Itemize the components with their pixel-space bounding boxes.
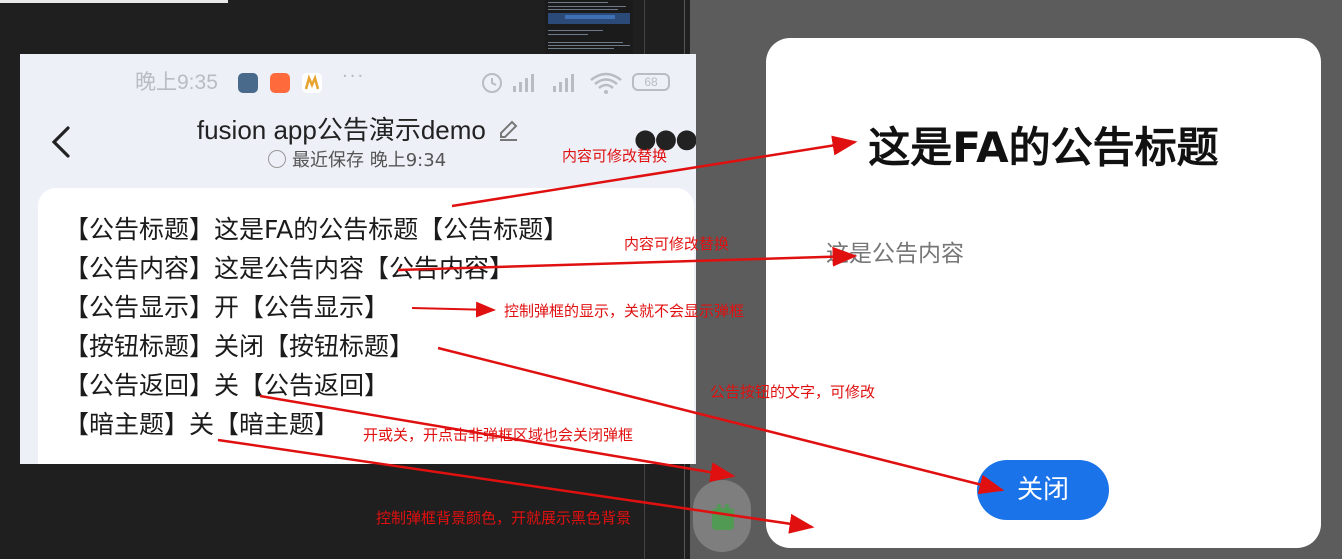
doc-line-dark-theme: 【暗主题】关【暗主题】 bbox=[64, 410, 340, 439]
app-notification-icon bbox=[270, 73, 290, 93]
doc-line-display: 【公告显示】开【公告显示】 bbox=[64, 293, 390, 322]
annotation-button-text: 公告按钮的文字，可修改 bbox=[710, 383, 876, 401]
check-circle-icon bbox=[268, 150, 286, 168]
dialog-title: 这是FA的公告标题 bbox=[868, 123, 1219, 172]
annotation-dark-theme: 控制弹框背景颜色，开就展示黑色背景 bbox=[376, 509, 632, 527]
doc-line-return: 【公告返回】关【公告返回】 bbox=[64, 371, 390, 400]
top-strip bbox=[0, 0, 228, 3]
doc-line-button: 【按钮标题】关闭【按钮标题】 bbox=[64, 332, 415, 361]
close-button[interactable]: 关闭 bbox=[977, 460, 1109, 520]
annotation-return-toggle: 开或关，开点击非弹框区域也会关闭弹框 bbox=[363, 426, 634, 444]
app-notification-icon bbox=[238, 73, 258, 93]
document-title-text: fusion app公告演示demo bbox=[196, 115, 486, 145]
battery-icon: 68 bbox=[632, 73, 670, 91]
annotation-title-editable: 内容可修改替换 bbox=[562, 147, 668, 165]
document-card: 【公告标题】这是FA的公告标题【公告标题】 【公告内容】这是公告内容【公告内容】… bbox=[38, 188, 694, 464]
minimap bbox=[545, 0, 633, 60]
status-bar: 晚上9:35 ··· 68 bbox=[20, 60, 696, 96]
android-icon[interactable] bbox=[693, 480, 751, 552]
annotation-display-toggle: 控制弹框的显示，关就不会显示弹框 bbox=[504, 302, 745, 320]
status-icons bbox=[481, 70, 626, 100]
status-time: 晚上9:35 bbox=[135, 71, 218, 94]
doc-line-content: 【公告内容】这是公告内容【公告内容】 bbox=[64, 254, 515, 283]
document-title: fusion app公告演示demo bbox=[20, 110, 696, 148]
annotation-content-editable: 内容可修改替换 bbox=[624, 235, 730, 253]
save-status: 最近保存 晚上9:34 bbox=[268, 146, 446, 172]
dialog-content: 这是公告内容 bbox=[826, 241, 964, 267]
phone-screenshot: 晚上9:35 ··· 68 fusion app公告演示demo 最近保存 晚上… bbox=[20, 54, 696, 464]
doc-line-title: 【公告标题】这是FA的公告标题【公告标题】 bbox=[64, 215, 569, 244]
status-more-dots: ··· bbox=[342, 66, 366, 87]
app-notification-icon bbox=[302, 73, 322, 93]
announcement-dialog: 这是FA的公告标题 这是公告内容 关闭 bbox=[766, 38, 1321, 548]
edit-pencil-icon[interactable] bbox=[497, 117, 519, 148]
